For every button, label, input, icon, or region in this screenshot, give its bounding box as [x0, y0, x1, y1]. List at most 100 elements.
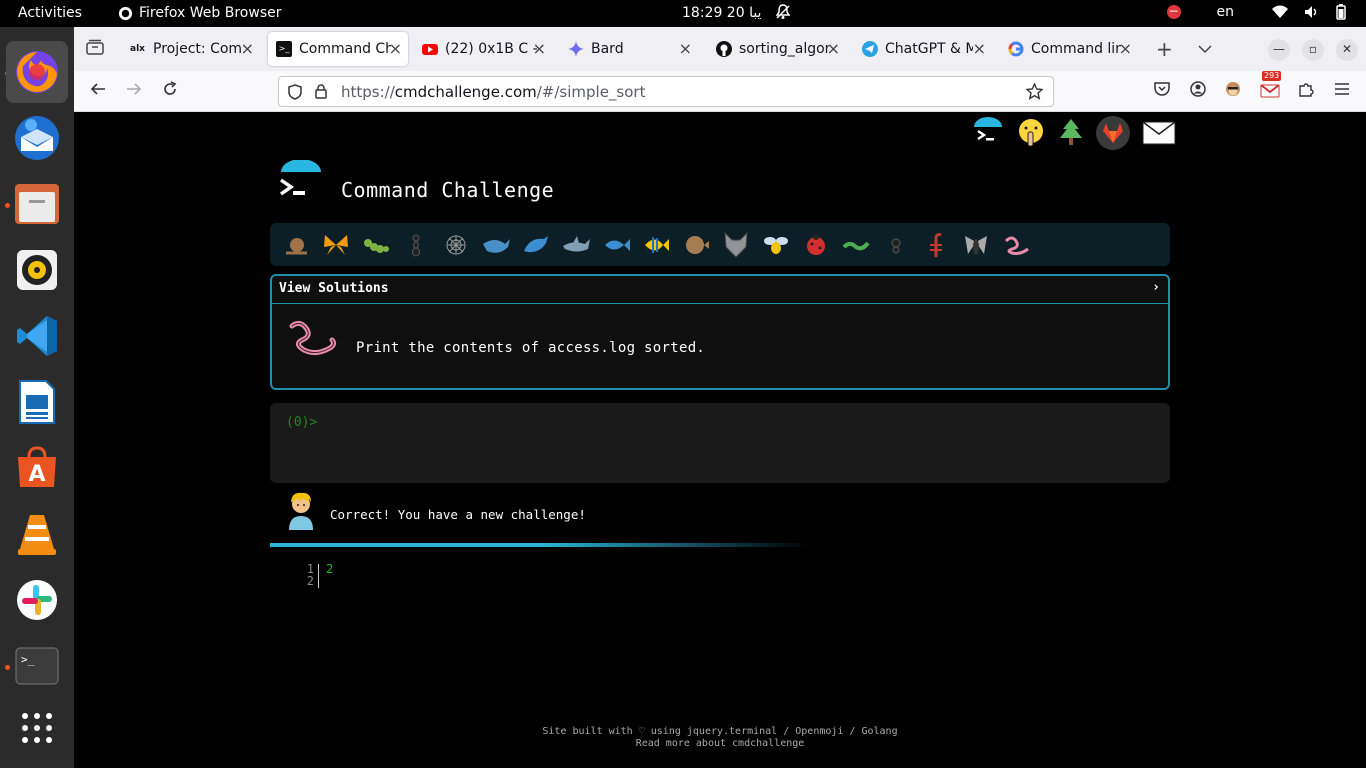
github-icon — [716, 41, 732, 57]
level-selector — [270, 223, 1170, 266]
output-text: 2 — [326, 562, 334, 576]
telegram-icon — [862, 41, 878, 57]
forward-icon[interactable] — [126, 81, 142, 102]
person-avatar-icon — [289, 492, 313, 530]
level-fly-icon[interactable] — [956, 225, 996, 265]
page-content: Command Challenge View Solutions › Print… — [74, 112, 1366, 768]
level-ant-icon[interactable] — [396, 225, 436, 265]
rhythmbox-icon[interactable] — [6, 239, 68, 301]
dock: A >_ — [0, 27, 74, 768]
level-butterfly-icon[interactable] — [316, 225, 356, 265]
level-bee-icon[interactable] — [756, 225, 796, 265]
level-tropical-fish-icon[interactable] — [636, 225, 676, 265]
tab-youtube[interactable]: (22) 0x1B C - × — [414, 32, 552, 66]
clock[interactable]: 18:29 20 يبا — [682, 5, 761, 21]
feedback-text: Correct! You have a new challenge! — [330, 507, 586, 522]
level-ladybug-icon[interactable] — [796, 225, 836, 265]
maximize-icon[interactable]: ▫ — [1302, 39, 1324, 61]
gitlab-icon[interactable] — [1096, 116, 1130, 154]
app-grid-icon[interactable] — [6, 697, 68, 759]
close-window-icon[interactable]: ✕ — [1336, 39, 1358, 61]
lock-icon[interactable] — [315, 84, 327, 103]
files-icon[interactable] — [6, 173, 68, 235]
shield-icon[interactable] — [288, 84, 302, 104]
system-tray[interactable]: − en — [1166, 4, 1347, 20]
terminal-icon[interactable]: >_ — [6, 635, 68, 697]
tab-bard[interactable]: Bard × — [560, 32, 698, 66]
footer-read-more-link[interactable]: Read more about cmdchallenge — [470, 738, 970, 750]
close-icon[interactable]: × — [533, 39, 546, 58]
level-wolf-icon[interactable] — [716, 225, 756, 265]
reload-icon[interactable] — [162, 81, 178, 102]
tab-overview-icon[interactable] — [86, 39, 104, 60]
view-solutions-toggle[interactable]: View Solutions › — [272, 276, 1168, 304]
writer-icon[interactable] — [6, 371, 68, 433]
pocket-icon[interactable] — [1154, 81, 1170, 102]
terminal-input[interactable]: (0)> — [270, 403, 1170, 483]
minimize-icon[interactable]: — — [1268, 39, 1290, 61]
wifi-icon — [1272, 5, 1288, 18]
close-icon[interactable]: × — [1119, 39, 1132, 58]
tab-chatgpt[interactable]: ChatGPT & M × — [854, 32, 992, 66]
activities-button[interactable]: Activities — [18, 5, 82, 21]
youtube-icon — [422, 41, 438, 57]
tab-project[interactable]: alx Project: Comm × — [122, 32, 260, 66]
tab-command-line[interactable]: Command lin × — [1000, 32, 1138, 66]
bookmark-star-icon[interactable] — [1025, 82, 1044, 104]
level-shark-icon[interactable] — [556, 225, 596, 265]
extension-monkey-icon[interactable] — [1224, 81, 1242, 102]
email-icon[interactable] — [1142, 121, 1176, 149]
level-worm-pink-icon[interactable] — [996, 225, 1036, 265]
vscode-icon[interactable] — [6, 305, 68, 367]
do-not-disturb-icon[interactable]: − — [1166, 5, 1181, 19]
account-icon[interactable] — [1190, 81, 1206, 102]
vlc-icon[interactable] — [6, 503, 68, 565]
level-web-icon[interactable] — [436, 225, 476, 265]
close-icon[interactable]: × — [241, 39, 254, 58]
close-icon[interactable]: × — [679, 39, 692, 58]
shushing-face-icon[interactable] — [1016, 117, 1046, 153]
firefox-icon[interactable] — [6, 41, 68, 103]
level-spider-icon[interactable] — [876, 225, 916, 265]
cmdchallenge-icon[interactable] — [972, 117, 1004, 153]
app-menu[interactable]: Firefox Web Browser — [118, 5, 282, 21]
alx-icon: alx — [130, 44, 145, 54]
gmail-icon[interactable]: 293 — [1260, 71, 1282, 103]
tab-bar: alx Project: Comm × >_ Command Ch × (22)… — [74, 27, 1366, 71]
tab-command-challenge[interactable]: >_ Command Ch × — [268, 32, 408, 66]
terminal-favicon: >_ — [276, 41, 292, 57]
level-whale-icon[interactable] — [476, 225, 516, 265]
url-bar[interactable]: https://cmdchallenge.com/#/simple_sort — [278, 76, 1054, 107]
level-snail-icon[interactable] — [276, 225, 316, 265]
challenge-panel: View Solutions › Print the contents of a… — [270, 274, 1170, 390]
system-top-bar: Activities Firefox Web Browser 18:29 20 … — [0, 0, 1366, 27]
back-icon[interactable] — [90, 81, 106, 102]
level-worm-green-icon[interactable] — [836, 225, 876, 265]
extensions-puzzle-icon[interactable] — [1298, 81, 1314, 102]
tree-icon[interactable] — [1058, 118, 1084, 152]
cursor — [318, 564, 319, 588]
chevron-right-icon: › — [1152, 280, 1160, 295]
close-icon[interactable]: × — [973, 39, 986, 58]
tab-github[interactable]: sorting_algor × — [708, 32, 846, 66]
thunderbird-icon[interactable] — [6, 107, 68, 169]
level-dolphin-icon[interactable] — [516, 225, 556, 265]
level-fish-icon[interactable] — [596, 225, 636, 265]
footer: Site built with ♡ using jquery.terminal … — [470, 726, 970, 750]
close-icon[interactable]: × — [389, 39, 402, 58]
new-tab-icon[interactable]: + — [1156, 37, 1173, 61]
svg-text:>_: >_ — [21, 653, 35, 666]
hamburger-menu-icon[interactable] — [1334, 81, 1350, 101]
navigation-bar: https://cmdchallenge.com/#/simple_sort 2… — [74, 71, 1366, 112]
level-pufferfish-icon[interactable] — [676, 225, 716, 265]
slack-icon[interactable] — [6, 569, 68, 631]
header-links — [972, 116, 1176, 154]
level-scorpion-icon[interactable] — [916, 225, 956, 265]
terminal-prompt: (0)> — [286, 415, 318, 430]
list-all-tabs-icon[interactable] — [1198, 39, 1212, 59]
close-icon[interactable]: × — [827, 39, 840, 58]
firefox-small-icon — [118, 6, 133, 20]
app-center-icon[interactable]: A — [6, 437, 68, 499]
language-indicator[interactable]: en — [1217, 4, 1235, 20]
level-caterpillar-icon[interactable] — [356, 225, 396, 265]
